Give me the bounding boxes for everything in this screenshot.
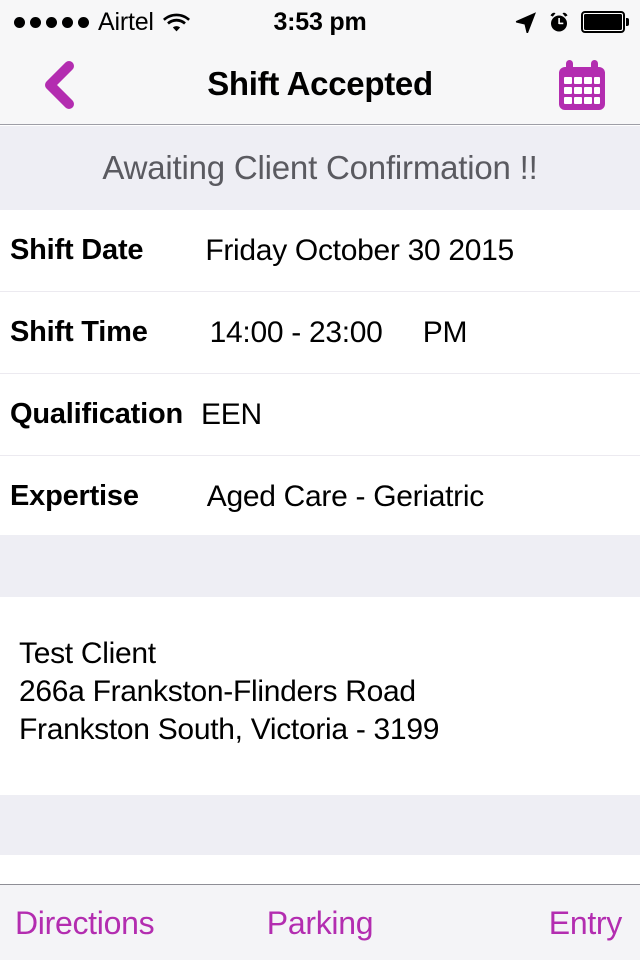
calendar-icon [559,60,605,110]
client-street: 266a Frankston-Flinders Road [19,675,416,708]
client-locality: Frankston South, Victoria - 3199 [19,713,440,746]
shift-detail-list: Shift Date Friday October 30 2015 Shift … [0,210,640,538]
expertise-label: Expertise [10,480,139,512]
client-name: Test Client [19,637,156,670]
clock-label: 3:53 pm [273,7,367,36]
qualification-value: EEN [201,397,262,431]
status-bar: Airtel 3:53 pm [0,0,640,44]
calendar-button[interactable] [554,57,610,113]
table-row[interactable]: Qualification EEN [0,374,640,456]
section-separator-bottom [0,795,640,855]
table-row[interactable]: Expertise Aged Care - Geriatric [0,456,640,538]
status-bar-right [515,0,629,44]
status-banner: Awaiting Client Confirmation !! [0,126,640,210]
battery-full-icon [581,11,629,33]
client-address-block[interactable]: Test Client 266a Frankston-Flinders Road… [0,597,640,795]
bottom-toolbar: Directions Parking Entry [0,884,640,960]
shift-accepted-screen: Airtel 3:53 pm Shift Accepted Awaiting C… [0,0,640,960]
shift-time-label: Shift Time [10,316,148,348]
page-title: Shift Accepted [207,65,433,102]
qualification-label: Qualification [10,398,184,430]
shift-date-value: Friday October 30 2015 [205,233,514,267]
shift-time-value: 14:00 - 23:00 PM [209,315,468,349]
entry-button[interactable]: Entry [549,907,623,939]
location-arrow-icon [515,11,537,34]
table-row[interactable]: Shift Time 14:00 - 23:00 PM [0,292,640,374]
expertise-value: Aged Care - Geriatric [206,479,484,513]
navigation-bar: Shift Accepted [0,44,640,125]
parking-button[interactable]: Parking [0,907,640,939]
status-banner-text: Awaiting Client Confirmation !! [102,149,538,186]
section-separator-top [0,535,640,597]
shift-date-label: Shift Date [10,234,144,266]
table-row[interactable]: Shift Date Friday October 30 2015 [0,210,640,292]
alarm-clock-icon [548,11,570,33]
